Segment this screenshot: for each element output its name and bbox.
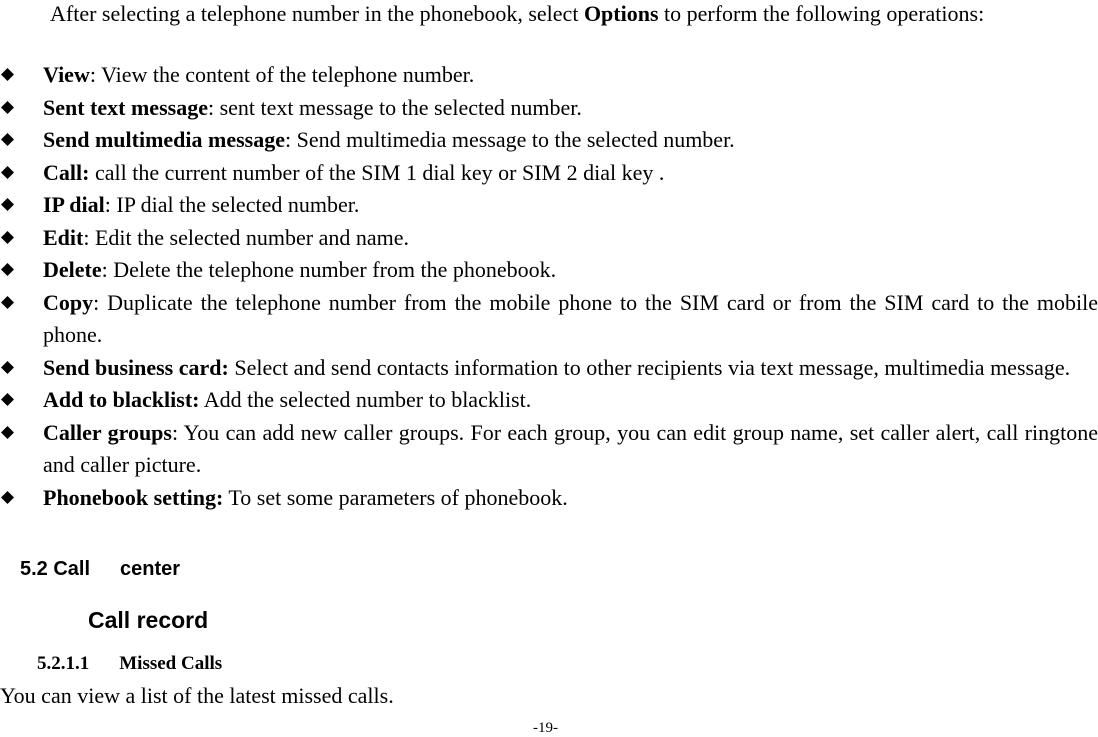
list-item: IP dial: IP dial the selected number. [0, 189, 1098, 222]
option-term: Sent text message [43, 94, 208, 120]
option-desc: Duplicate the telephone number from the … [43, 289, 1098, 348]
list-item: Edit: Edit the selected number and name. [0, 222, 1098, 255]
section-title: center [120, 558, 181, 580]
option-desc: Delete the telephone number from the pho… [107, 257, 557, 282]
list-item: Send multimedia message: Send multimedia… [0, 124, 1098, 157]
diamond-bullet-icon [1, 68, 14, 81]
option-term: Edit [43, 224, 84, 250]
option-desc: Add the selected number to blacklist. [199, 387, 532, 412]
option-desc: Select and send contacts information to … [228, 354, 1071, 380]
subsection-heading: Call record [88, 607, 209, 633]
diamond-bullet-icon [1, 230, 14, 244]
diamond-bullet-icon [1, 490, 14, 504]
option-desc: call the current number of the SIM 1 dia… [89, 159, 665, 185]
section-heading: 5.2 Call center [20, 558, 180, 581]
option-term: Send multimedia message [43, 127, 285, 152]
option-desc: You can add new caller groups. For each … [43, 419, 1098, 478]
diamond-bullet-icon [1, 133, 14, 146]
page-number: -19- [533, 720, 558, 736]
diamond-bullet-icon [1, 198, 14, 211]
list-item: Delete: Delete the telephone number from… [0, 254, 1098, 287]
option-term: Phonebook setting: [43, 484, 224, 510]
option-term: Add to blacklist: [43, 387, 200, 412]
diamond-bullet-icon [1, 295, 14, 309]
option-desc: View the content of the telephone number… [95, 62, 475, 87]
option-term: Send business card: [43, 354, 229, 380]
option-desc: Send multimedia message to the selected … [291, 127, 735, 152]
list-item: Call: call the current number of the SIM… [0, 157, 1098, 190]
diamond-bullet-icon [1, 425, 14, 439]
diamond-bullet-icon [1, 165, 14, 179]
section-number: 5.2 Call [20, 558, 91, 580]
options-list: View: View the content of the telephone … [0, 59, 1098, 514]
option-term: Caller groups [43, 419, 172, 445]
diamond-bullet-icon [1, 360, 14, 374]
intro-paragraph: After selecting a telephone number in th… [0, 0, 1098, 30]
list-item: Copy: Duplicate the telephone number fro… [0, 287, 1098, 352]
list-item: Phonebook setting: To set some parameter… [0, 482, 1098, 515]
intro-options-term: Options [583, 1, 659, 26]
list-item: View: View the content of the telephone … [0, 59, 1098, 92]
list-item: Add to blacklist: Add the selected numbe… [0, 384, 1098, 417]
subsubsection-heading: 5.2.1.1 Missed Calls [37, 653, 222, 675]
option-desc: sent text message to the selected number… [214, 94, 582, 120]
diamond-bullet-icon [1, 393, 14, 406]
subsubsection-number: 5.2.1.1 [37, 653, 90, 674]
option-desc: Edit the selected number and name. [89, 224, 409, 250]
option-term: IP dial [43, 192, 105, 217]
option-term: Copy [43, 289, 94, 315]
option-term: Call: [43, 159, 90, 185]
option-term: View [43, 62, 90, 87]
intro-text-before: After selecting a telephone number in th… [50, 1, 584, 26]
subsubsection-title: Missed Calls [119, 653, 223, 674]
diamond-bullet-icon [1, 100, 14, 114]
body-paragraph: You can view a list of the latest missed… [0, 683, 394, 708]
diamond-bullet-icon [1, 263, 14, 276]
list-item: Caller groups: You can add new caller gr… [0, 417, 1098, 482]
option-term: Delete [43, 257, 102, 282]
option-desc: To set some parameters of phonebook. [223, 484, 568, 510]
list-item: Send business card: Select and send cont… [0, 352, 1098, 385]
intro-text-after: to perform the following operations: [658, 1, 985, 26]
option-desc: IP dial the selected number. [110, 192, 360, 217]
list-item: Sent text message: sent text message to … [0, 92, 1098, 125]
